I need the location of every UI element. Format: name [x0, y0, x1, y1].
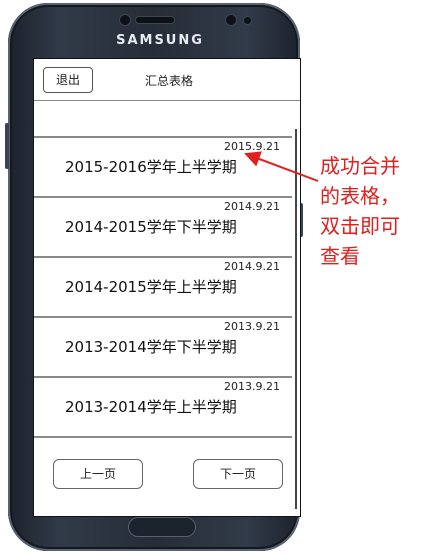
front-camera-icon [226, 15, 236, 25]
annotation-line: 的表格， [320, 184, 400, 208]
brand-logo: SAMSUNG [116, 33, 204, 48]
item-title: 2014-2015学年下半学期 [65, 218, 237, 236]
scrollbar[interactable] [295, 129, 297, 509]
earpiece-speaker [136, 17, 174, 23]
semester-list: 2015.9.21 2015-2016学年上半学期 2014.9.21 2014… [34, 136, 292, 438]
item-title: 2013-2014学年下半学期 [65, 338, 237, 356]
list-item[interactable]: 2015.9.21 2015-2016学年上半学期 [34, 136, 292, 196]
item-title: 2015-2016学年上半学期 [65, 158, 237, 176]
prev-page-button[interactable]: 上一页 [53, 459, 143, 489]
list-item[interactable]: 2013.9.21 2013-2014学年下半学期 [34, 316, 292, 376]
list-item[interactable]: 2013.9.21 2013-2014学年上半学期 [34, 376, 292, 438]
app-header: 退出 汇总表格 [34, 59, 300, 101]
annotation-line: 查看 [320, 244, 360, 268]
item-date: 2014.9.21 [224, 260, 280, 273]
sensor-icon [244, 17, 251, 24]
page-title: 汇总表格 [144, 74, 193, 88]
item-title: 2014-2015学年上半学期 [65, 278, 237, 296]
annotation-line: 成功合并 [320, 154, 400, 178]
volume-button [5, 123, 9, 169]
next-page-button[interactable]: 下一页 [193, 459, 283, 489]
list-item[interactable]: 2014.9.21 2014-2015学年上半学期 [34, 256, 292, 316]
item-date: 2013.9.21 [224, 320, 280, 333]
list-item[interactable]: 2014.9.21 2014-2015学年下半学期 [34, 196, 292, 256]
item-date: 2015.9.21 [224, 140, 280, 153]
item-title: 2013-2014学年上半学期 [65, 398, 237, 416]
exit-button[interactable]: 退出 [43, 67, 93, 93]
item-date: 2013.9.21 [224, 380, 280, 393]
item-date: 2014.9.21 [224, 200, 280, 213]
phone-frame: SAMSUNG 退出 汇总表格 2015.9.21 2015-2016学年上半学… [5, 3, 303, 551]
sensor-icon [120, 15, 130, 25]
home-button[interactable] [128, 517, 196, 537]
annotation-line: 双击即可 [320, 214, 400, 238]
phone-screen: 退出 汇总表格 2015.9.21 2015-2016学年上半学期 2014.9… [33, 58, 301, 517]
annotation-note: 成功合并 的表格， 双击即可 查看 [320, 151, 424, 271]
